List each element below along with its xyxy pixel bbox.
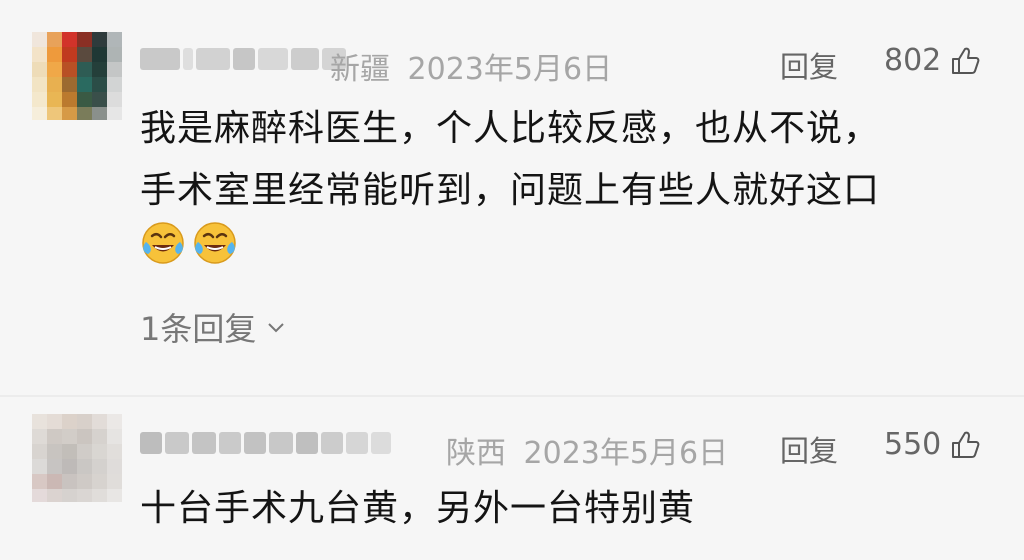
like-button[interactable]: 802 [884,43,981,78]
emoji-group [140,220,238,266]
comment-date: 2023年5月6日 [407,52,613,87]
like-count: 550 [884,427,942,462]
like-count: 802 [884,43,942,78]
comment-meta: 陕西 2023年5月6日 [446,428,728,472]
chevron-down-icon [268,323,285,333]
thumbs-up-outline-icon [952,431,980,458]
like-button[interactable]: 550 [884,427,981,462]
replies-count: 1条回复 [140,310,257,348]
avatar[interactable] [32,414,122,502]
divider [0,395,1024,397]
username-blurred[interactable] [140,428,391,458]
comment-date: 2023年5月6日 [523,436,729,471]
face-with-tears-of-joy-emoji [142,222,184,264]
comment-meta: 新疆 2023年5月6日 [330,44,612,88]
location-label: 陕西 [446,436,506,471]
username-blurred[interactable] [140,44,346,74]
comment-body: 我是麻醉科医生，个人比较反感，也从不说， 手术室里经常能听到，问题上有些人就好这… [140,98,880,222]
comment-line: 我是麻醉科医生，个人比较反感，也从不说， [140,108,881,149]
face-with-tears-of-joy-emoji [194,222,236,264]
avatar[interactable] [32,32,122,120]
expand-replies-button[interactable]: 1条回复 [140,304,286,350]
comment-body: 十台手术九台黄，另外一台特别黄 [140,478,695,540]
comment-line: 十台手术九台黄，另外一台特别黄 [140,488,696,529]
thumbs-up-outline-icon [952,47,980,74]
comment-line: 手术室里经常能听到，问题上有些人就好这口 [140,170,881,211]
reply-button[interactable]: 回复 [780,44,838,86]
location-label: 新疆 [330,52,390,87]
reply-button[interactable]: 回复 [780,428,838,470]
